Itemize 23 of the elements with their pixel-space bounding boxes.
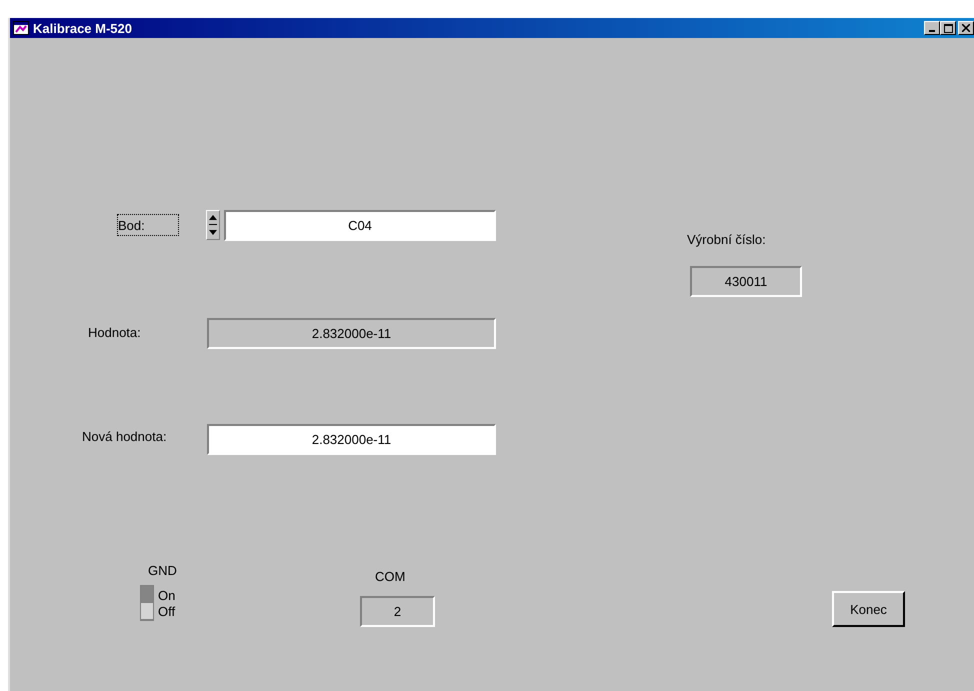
point-label: Bod:	[117, 214, 179, 236]
minimize-button[interactable]	[924, 21, 940, 35]
konec-button[interactable]: Konec	[832, 591, 905, 627]
on-label: On	[158, 588, 176, 603]
close-button[interactable]	[958, 21, 974, 35]
close-icon	[962, 24, 970, 32]
off-label: Off	[158, 604, 176, 619]
spinner-control[interactable]	[206, 210, 220, 240]
serial-label: Výrobní číslo:	[687, 232, 766, 247]
new-value-field[interactable]: 2.832000e-11	[207, 424, 496, 455]
maximize-icon	[944, 24, 952, 32]
gnd-switch[interactable]	[140, 585, 154, 621]
serial-display: 430011	[690, 266, 802, 297]
value-label: Hodnota:	[88, 325, 141, 340]
maximize-button[interactable]	[940, 21, 956, 35]
point-field[interactable]: C04	[224, 210, 496, 241]
com-display: 2	[360, 596, 435, 627]
com-label: COM	[375, 569, 406, 584]
app-icon	[13, 21, 29, 35]
value-display: 2.832000e-11	[207, 318, 496, 349]
gnd-label: GND	[148, 563, 177, 578]
window-title: Kalibrace M-520	[33, 20, 132, 36]
new-value-label: Nová hodnota:	[82, 429, 167, 444]
